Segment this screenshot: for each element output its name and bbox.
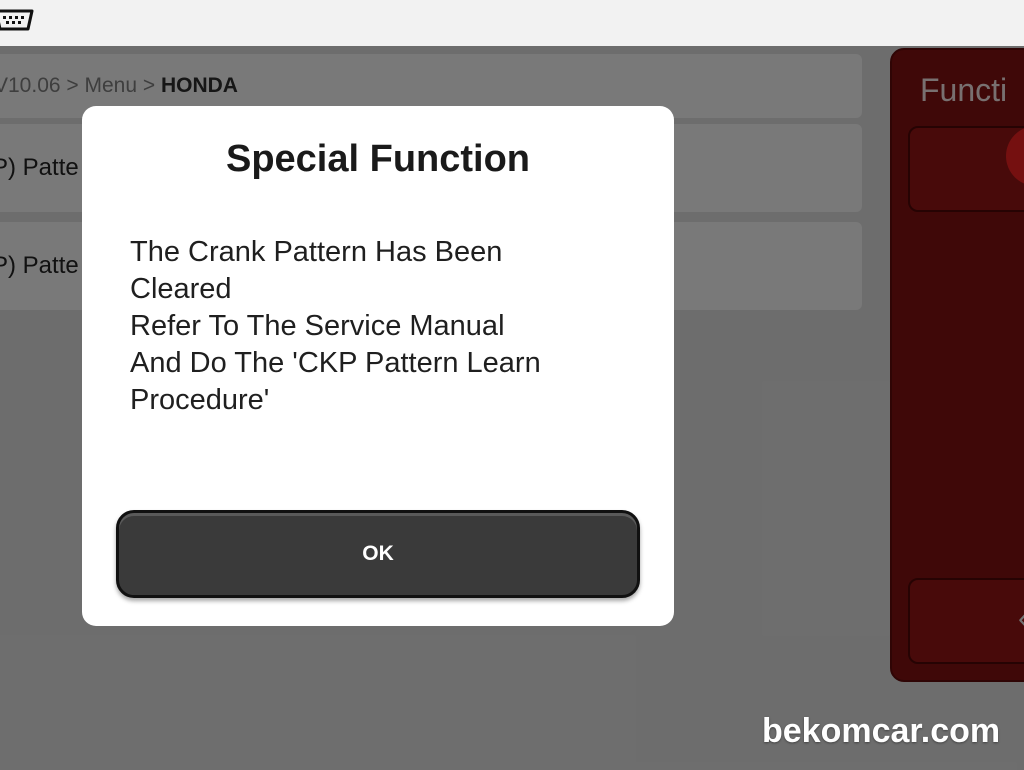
- message-line: The Crank Pattern Has Been: [130, 236, 503, 268]
- ok-button[interactable]: OK: [116, 510, 640, 598]
- special-function-dialog: Special Function The Crank Pattern Has B…: [82, 106, 674, 626]
- message-line: Cleared: [130, 273, 232, 305]
- status-bar: [0, 0, 1024, 46]
- watermark: bekomcar.com: [762, 712, 1001, 750]
- message-line: And Do The 'CKP Pattern Learn: [130, 347, 541, 379]
- obd-connector-icon: [0, 9, 34, 31]
- message-line: Procedure': [130, 384, 270, 416]
- dialog-title: Special Function: [225, 138, 531, 180]
- message-line: Refer To The Service Manual: [130, 310, 505, 342]
- dialog-message: The Crank Pattern Has Been Cleared Refer…: [130, 234, 630, 419]
- ok-button-label: OK: [362, 542, 394, 565]
